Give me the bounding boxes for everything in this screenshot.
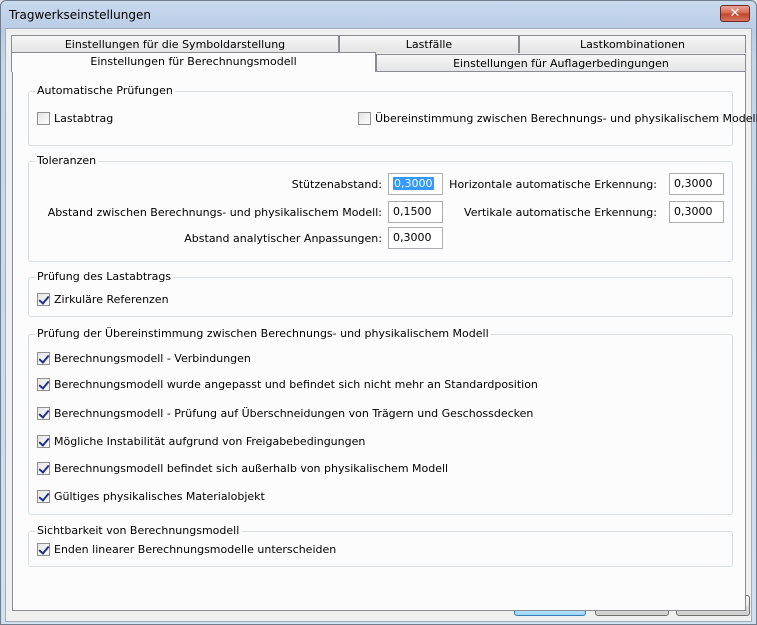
- window-title: Tragwerkseinstellungen: [9, 8, 151, 22]
- checkbox-label: Berechnungsmodell befindet sich außerhal…: [54, 462, 449, 475]
- group-tolerances: Toleranzen Stützenabstand: 0,3000 Abstan…: [28, 154, 733, 262]
- label-model-distance: Abstand zwischen Berechnungs- und physik…: [47, 206, 382, 219]
- checkbox-label: Berechnungsmodell - Verbindungen: [54, 352, 251, 365]
- checkbox-connections[interactable]: Berechnungsmodell - Verbindungen: [37, 352, 251, 365]
- label-horizontal-detection: Horizontale automatische Erkennung:: [449, 178, 657, 191]
- checkbox-box[interactable]: [37, 490, 50, 503]
- checkbox-circular-references[interactable]: Zirkuläre Referenzen: [37, 293, 169, 306]
- tab-boundary-conditions[interactable]: Einstellungen für Auflagerbedingungen: [376, 54, 746, 72]
- checkbox-label: Gültiges physikalisches Materialobjekt: [54, 490, 265, 503]
- tab-symbol-display[interactable]: Einstellungen für die Symboldarstellung: [11, 35, 339, 53]
- title-bar[interactable]: Tragwerkseinstellungen ✕: [1, 1, 756, 29]
- checkbox-outside-physical[interactable]: Berechnungsmodell befindet sich außerhal…: [37, 462, 448, 475]
- group-title: Automatische Prüfungen: [35, 84, 175, 98]
- checkbox-box[interactable]: [358, 112, 371, 125]
- label-column-spacing: Stützenabstand:: [291, 178, 382, 191]
- tab-load-combinations[interactable]: Lastkombinationen: [519, 35, 746, 53]
- checkbox-model-consistency[interactable]: Übereinstimmung zwischen Berechnungs- un…: [358, 112, 757, 125]
- checkbox-label: Berechnungsmodell wurde angepasst und be…: [54, 378, 538, 391]
- group-title: Toleranzen: [35, 154, 99, 168]
- checkbox-box[interactable]: [37, 293, 50, 306]
- checkbox-release-instability[interactable]: Mögliche Instabilität aufgrund von Freig…: [37, 435, 365, 448]
- checkbox-label: Übereinstimmung zwischen Berechnungs- un…: [375, 112, 757, 125]
- checkbox-distinguish-ends[interactable]: Enden linearer Berechnungsmodelle unters…: [37, 543, 336, 556]
- checkbox-label: Berechnungsmodell - Prüfung auf Überschn…: [54, 407, 534, 420]
- checkbox-beam-floor-overlap[interactable]: Berechnungsmodell - Prüfung auf Überschn…: [37, 407, 533, 420]
- group-title: Prüfung des Lastabtrags: [35, 270, 174, 284]
- dialog-client: Einstellungen für die Symboldarstellung …: [5, 28, 757, 622]
- checkbox-label: Zirkuläre Referenzen: [54, 293, 169, 306]
- label-adjustment-distance: Abstand analytischer Anpassungen:: [184, 232, 382, 245]
- checkbox-box[interactable]: [37, 378, 50, 391]
- checkbox-adjusted-position[interactable]: Berechnungsmodell wurde angepasst und be…: [37, 378, 538, 391]
- checkbox-box[interactable]: [37, 407, 50, 420]
- tab-analytical-model[interactable]: Einstellungen für Berechnungsmodell: [11, 52, 376, 72]
- input-value: 0,3000: [393, 177, 434, 190]
- group-title: Prüfung der Übereinstimmung zwischen Ber…: [35, 327, 491, 341]
- input-horizontal-detection[interactable]: 0,3000: [669, 173, 724, 195]
- checkbox-box[interactable]: [37, 435, 50, 448]
- input-model-distance[interactable]: 0,1500: [388, 201, 443, 223]
- group-load-path-check: Prüfung des Lastabtrags Zirkuläre Refere…: [28, 270, 733, 317]
- checkbox-box[interactable]: [37, 462, 50, 475]
- checkbox-box[interactable]: [37, 352, 50, 365]
- tab-load-cases[interactable]: Lastfälle: [339, 35, 519, 53]
- group-title: Sichtbarkeit von Berechnungsmodell: [35, 524, 242, 538]
- close-button[interactable]: ✕: [720, 5, 750, 22]
- group-visibility: Sichtbarkeit von Berechnungsmodell Enden…: [28, 524, 733, 567]
- checkbox-label: Enden linearer Berechnungsmodelle unters…: [54, 543, 337, 556]
- dialog-window: Tragwerkseinstellungen ✕ Einstellungen f…: [0, 0, 757, 625]
- tab-panel: Automatische Prüfungen Lastabtrag Überei…: [12, 71, 757, 611]
- checkbox-material-object[interactable]: Gültiges physikalisches Materialobjekt: [37, 490, 265, 503]
- checkbox-label: Mögliche Instabilität aufgrund von Freig…: [54, 435, 366, 448]
- checkbox-box[interactable]: [37, 543, 50, 556]
- checkbox-label: Lastabtrag: [54, 112, 114, 125]
- input-column-spacing[interactable]: 0,3000: [388, 173, 443, 195]
- input-vertical-detection[interactable]: 0,3000: [669, 201, 724, 223]
- group-consistency-checks: Prüfung der Übereinstimmung zwischen Ber…: [28, 327, 733, 515]
- input-adjustment-distance[interactable]: 0,3000: [388, 227, 443, 249]
- checkbox-load-path[interactable]: Lastabtrag: [37, 112, 113, 125]
- label-vertical-detection: Vertikale automatische Erkennung:: [464, 206, 657, 219]
- checkbox-box[interactable]: [37, 112, 50, 125]
- group-auto-checks: Automatische Prüfungen Lastabtrag Überei…: [28, 84, 757, 146]
